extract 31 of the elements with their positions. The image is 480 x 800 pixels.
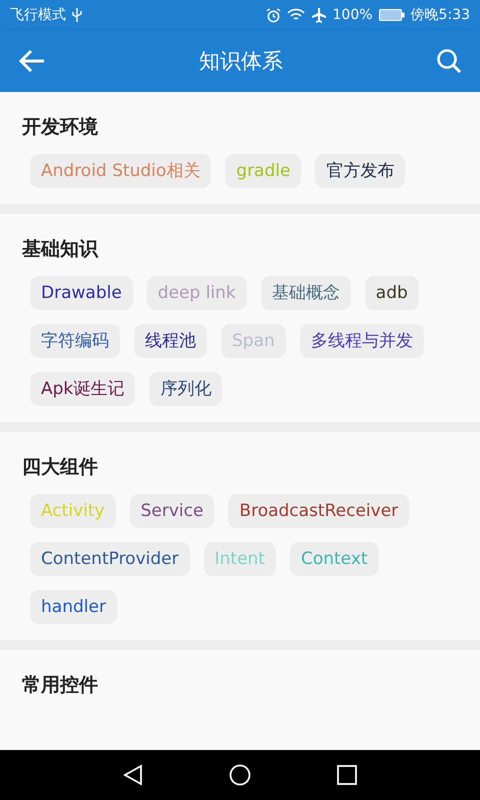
topic-tag[interactable]: 字符编码 <box>30 324 120 358</box>
recents-nav-icon[interactable] <box>337 765 357 785</box>
battery-icon <box>378 9 405 21</box>
wifi-icon <box>286 8 305 22</box>
status-text: 飞行模式 <box>10 6 66 24</box>
clock-time: 傍晚5:33 <box>410 6 470 24</box>
back-arrow-icon[interactable] <box>18 49 46 73</box>
battery-percent: 100% <box>332 7 373 23</box>
topic-tag[interactable]: 多线程与并发 <box>300 324 424 358</box>
category-title: 基础知识 <box>22 237 100 262</box>
category-title: 常用控件 <box>22 673 99 698</box>
alarm-icon <box>266 8 281 22</box>
topic-tag[interactable]: 线程池 <box>134 324 207 358</box>
topic-tag[interactable]: 序列化 <box>149 372 222 406</box>
category-title: 开发环境 <box>22 115 99 140</box>
topic-tag[interactable]: 基础概念 <box>260 276 351 310</box>
topic-tag[interactable]: Apk诞生记 <box>30 372 136 406</box>
search-icon[interactable] <box>436 48 462 74</box>
topic-tag[interactable]: Service <box>130 494 214 528</box>
topic-tag[interactable]: Drawable <box>30 276 133 310</box>
back-nav-icon[interactable] <box>123 764 143 786</box>
home-nav-icon[interactable] <box>229 764 251 786</box>
category-title: 四大组件 <box>22 455 99 480</box>
topic-tag[interactable]: ContentProvider <box>30 542 190 576</box>
topic-tag[interactable]: adb <box>364 276 419 310</box>
airplane-icon <box>310 7 327 23</box>
topic-tag[interactable]: handler <box>30 590 117 624</box>
topic-tag[interactable]: 官方发布 <box>315 154 406 188</box>
topic-tag[interactable]: BroadcastReceiver <box>228 494 410 528</box>
usb-icon <box>72 8 82 22</box>
page-title: 知识体系 <box>198 48 284 75</box>
